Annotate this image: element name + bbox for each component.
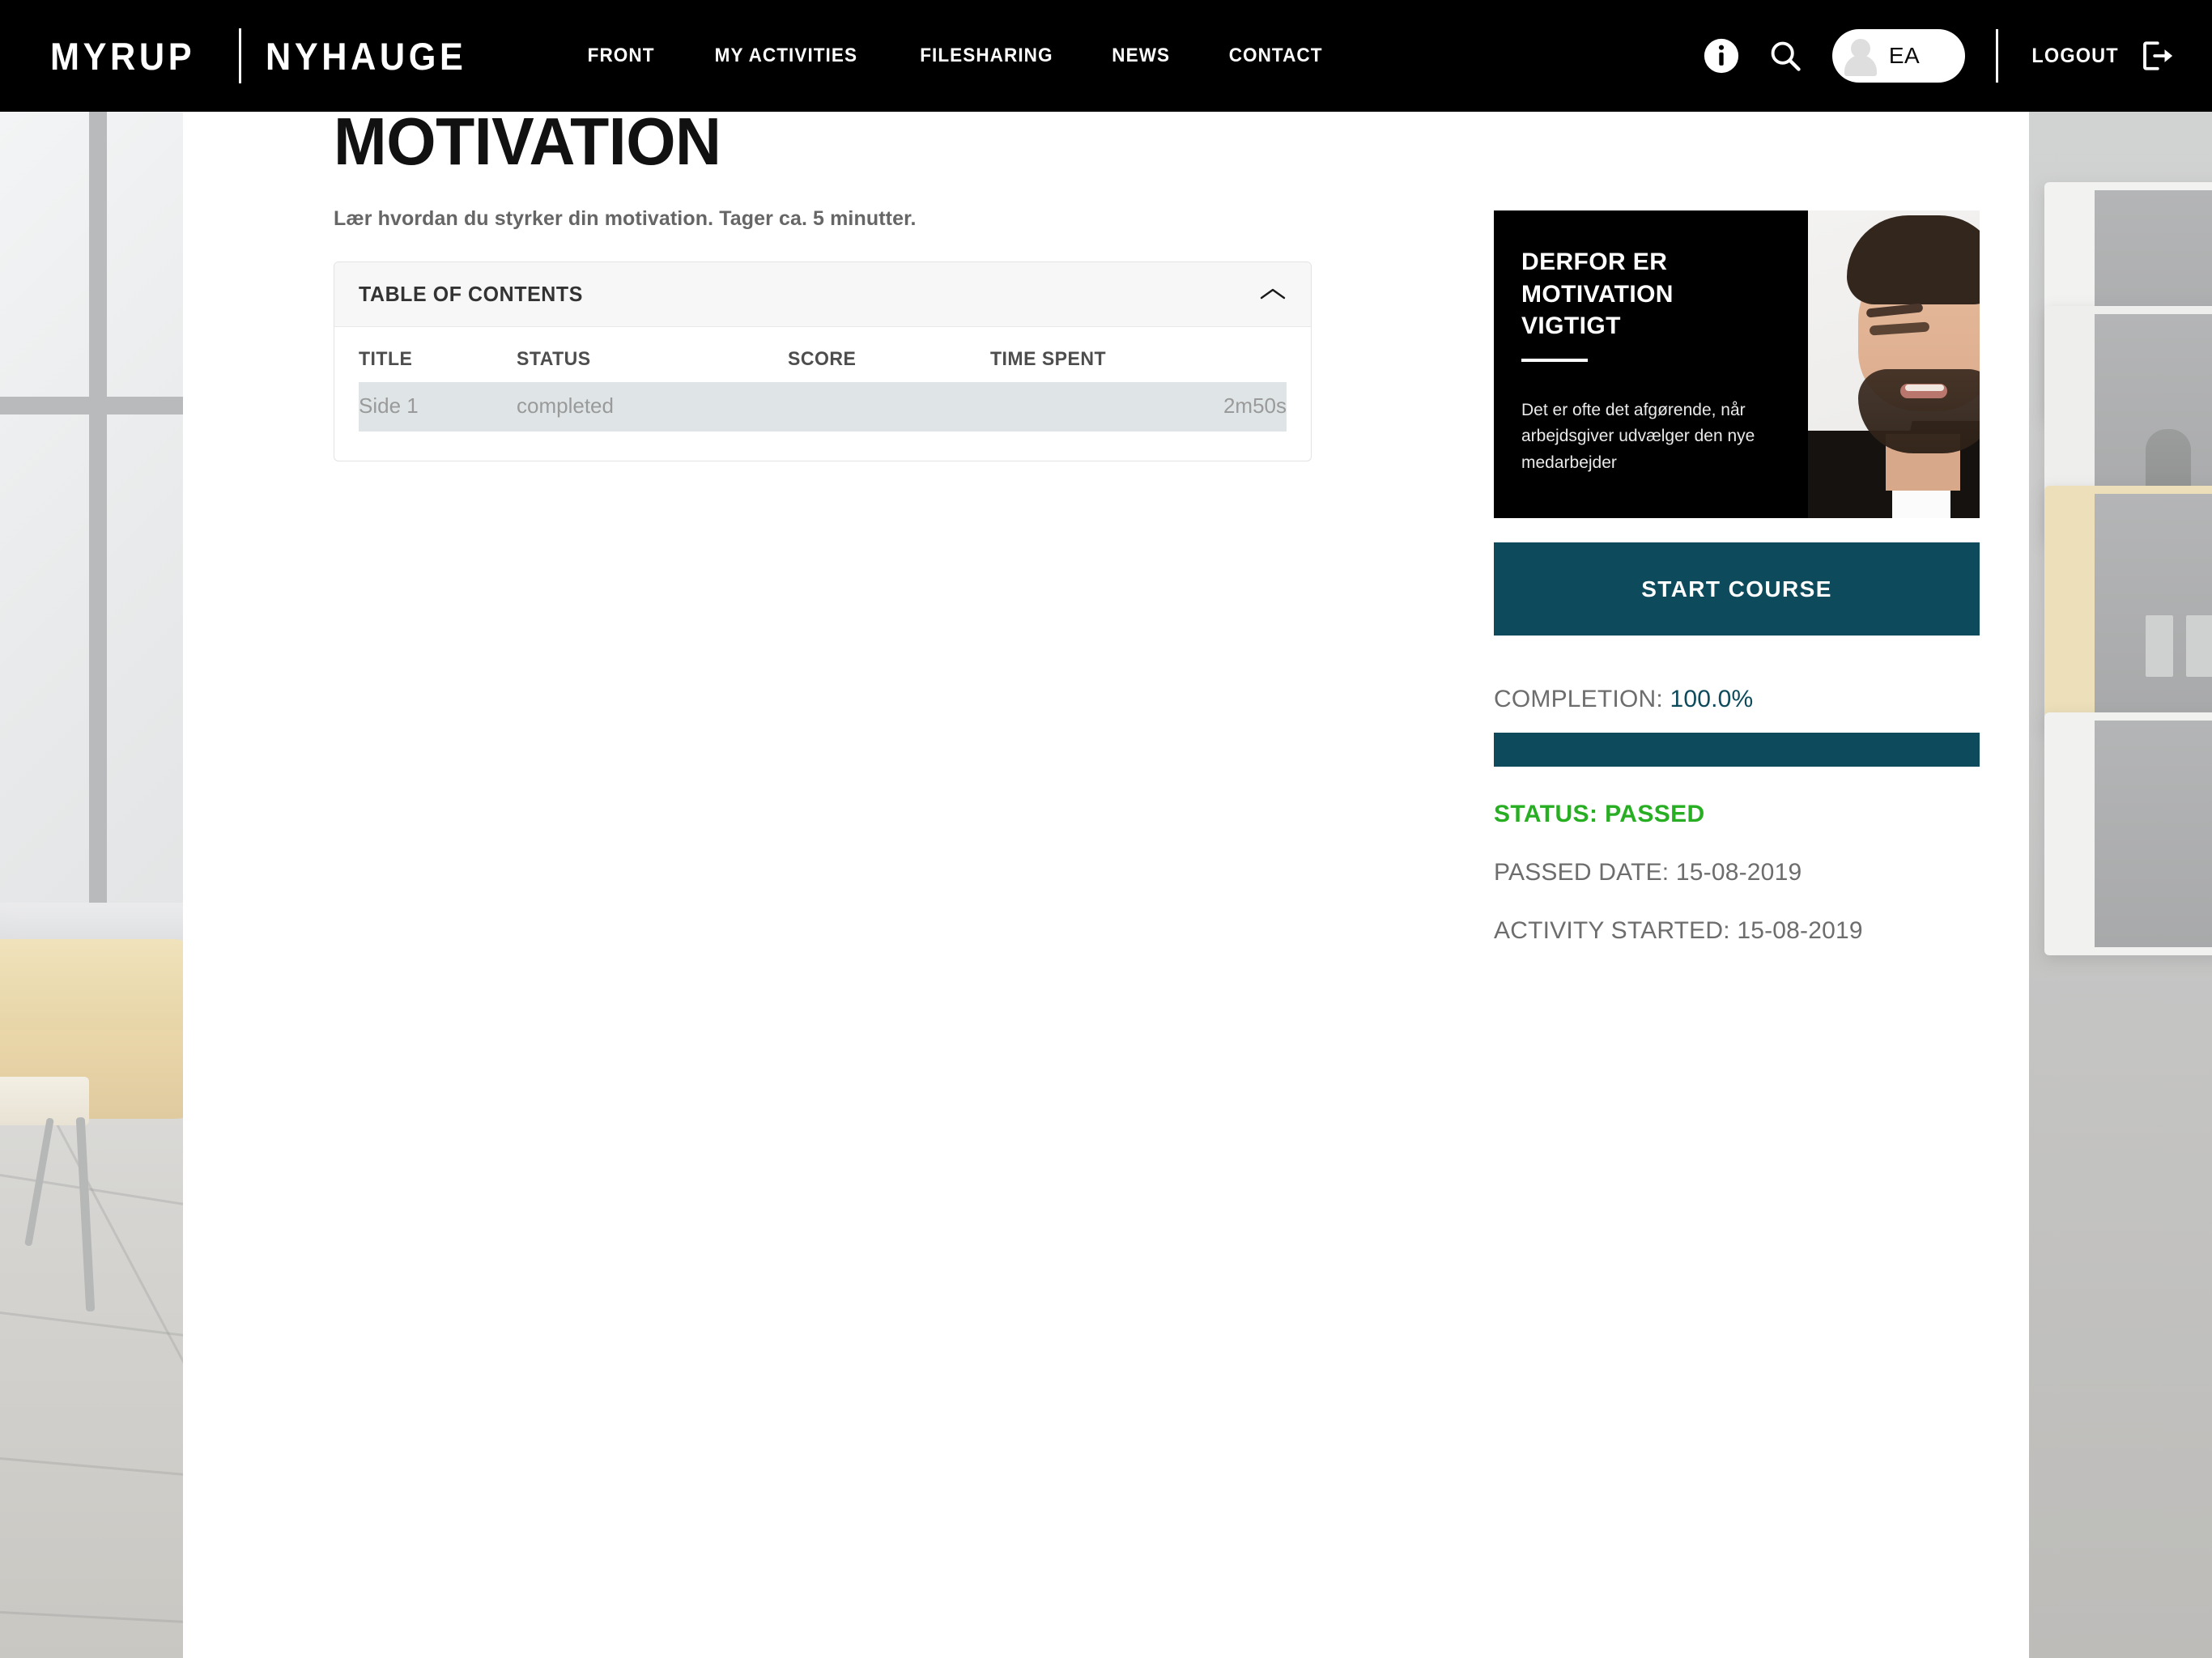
cell-status: completed [517,382,788,432]
chevron-up-icon[interactable] [1259,287,1287,303]
cell-time-spent: 2m50s [990,382,1287,432]
info-circle-icon[interactable] [1703,37,1740,74]
start-course-button[interactable]: START COURSE [1494,542,1980,636]
table-of-contents-header[interactable]: TABLE OF CONTENTS [334,262,1311,327]
completion-line: COMPLETION: 100.0% [1494,686,1980,713]
logout-button[interactable]: LOGOUT [2031,45,2118,68]
completion-progress-bar [1494,733,1980,767]
completion-progress-fill [1494,733,1980,767]
table-of-contents-body: TITLE STATUS SCORE TIME SPENT Side 1 com… [334,327,1311,461]
course-thumbnail-heading: DERFOR ER MOTIVATION VIGTIGT [1521,249,1674,340]
completion-value: 100.0% [1670,686,1754,712]
site-logo[interactable]: MYRUP NYHAUGE [50,28,484,83]
logo-primary: MYRUP [50,34,196,78]
header-divider [1995,29,1998,83]
background-shelf-cube [2044,712,2212,955]
completion-label: COMPLETION: [1494,686,1663,712]
column-header-title: TITLE [359,348,413,370]
table-of-contents-card: TABLE OF CONTENTS TITLE STATUS SCORE TIM… [334,261,1312,461]
nav-item-news[interactable]: NEWS [1087,45,1196,67]
nav-item-contact[interactable]: CONTACT [1203,45,1347,67]
background-shelf-cube [2044,486,2212,729]
cell-score [788,382,990,432]
table-of-contents-title: TABLE OF CONTENTS [359,282,583,306]
nav-item-my-activities[interactable]: MY ACTIVITIES [690,45,883,67]
right-column: DERFOR ER MOTIVATION VIGTIGT Det er ofte… [1494,210,1980,945]
course-thumbnail-rule [1521,358,1588,362]
header-actions: EA LOGOUT [1703,29,2173,83]
table-header-row: TITLE STATUS SCORE TIME SPENT [359,348,1287,382]
activity-started-date: ACTIVITY STARTED: 15-08-2019 [1494,917,1863,944]
page-title: MOTIVATION [334,104,721,179]
user-avatar-button[interactable]: EA [1831,29,1965,83]
cell-title: Side 1 [359,382,517,432]
user-initials: EA [1888,43,1921,68]
nav-item-front[interactable]: FRONT [562,45,679,67]
column-header-score: SCORE [788,348,857,370]
logo-divider [238,28,241,83]
course-presenter-photo [1808,210,1980,518]
search-icon[interactable] [1767,38,1803,74]
logout-arrow-icon[interactable] [2139,39,2173,73]
page-subtitle: Lær hvordan du styrker din motivation. T… [334,207,917,230]
column-header-time-spent: TIME SPENT [990,348,1107,370]
logo-secondary: NYHAUGE [265,34,467,78]
main-navigation: FRONT MY ACTIVITIES FILESHARING NEWS CON… [559,45,1352,67]
course-thumbnail-body: Det er ofte det afgørende, når arbejdsgi… [1521,400,1755,472]
table-of-contents-table: TITLE STATUS SCORE TIME SPENT Side 1 com… [359,348,1287,432]
status-badge: STATUS: PASSED [1494,801,1705,827]
site-header: MYRUP NYHAUGE FRONT MY ACTIVITIES FILESH… [0,0,2212,112]
user-avatar-icon [1840,36,1881,76]
passed-date: PASSED DATE: 15-08-2019 [1494,859,1802,886]
column-header-status: STATUS [517,348,591,370]
course-thumbnail-text-panel: DERFOR ER MOTIVATION VIGTIGT Det er ofte… [1494,210,1808,518]
nav-item-filesharing[interactable]: FILESHARING [895,45,1078,67]
table-row[interactable]: Side 1 completed 2m50s [359,382,1287,432]
course-thumbnail[interactable]: DERFOR ER MOTIVATION VIGTIGT Det er ofte… [1494,210,1980,518]
